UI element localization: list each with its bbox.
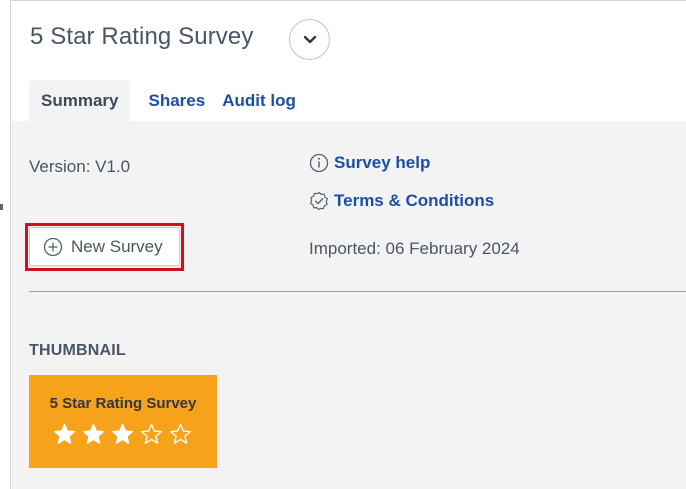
tab-shares[interactable]: Shares: [130, 80, 211, 121]
new-survey-label: New Survey: [71, 236, 163, 256]
summary-panel: Version: V1.0 Survey help Terms & Condit…: [11, 121, 686, 489]
page-title: 5 Star Rating Survey: [30, 23, 254, 50]
star-filled-icon: [111, 423, 134, 444]
star-filled-icon: [82, 423, 105, 444]
survey-help-link[interactable]: Survey help: [309, 153, 430, 173]
star-empty-icon: [140, 423, 163, 444]
version-text: Version: V1.0: [29, 157, 131, 176]
chevron-down-icon: [303, 35, 316, 43]
edge-marker: [0, 204, 3, 210]
imported-date: Imported: 06 February 2024: [309, 239, 520, 258]
survey-help-label: Survey help: [334, 153, 431, 172]
tab-audit-log[interactable]: Audit log: [211, 80, 308, 121]
terms-conditions-link[interactable]: Terms & Conditions: [309, 191, 494, 211]
new-survey-button[interactable]: New Survey: [29, 227, 180, 266]
plus-circle-icon: [43, 237, 63, 256]
title-menu-button[interactable]: [289, 19, 330, 60]
terms-conditions-label: Terms & Conditions: [334, 191, 495, 210]
info-icon: [309, 153, 329, 173]
section-divider: [29, 291, 686, 292]
tab-bar: Summary Shares Audit log: [29, 80, 308, 121]
star-empty-icon: [169, 423, 192, 444]
survey-detail-panel: 5 Star Rating Survey Summary Shares Audi…: [10, 0, 686, 489]
thumbnail-title: 5 Star Rating Survey: [49, 395, 197, 412]
thumbnail-image: 5 Star Rating Survey: [29, 375, 217, 468]
badge-check-icon: [309, 191, 329, 211]
star-filled-icon: [53, 423, 76, 444]
thumbnail-heading: THUMBNAIL: [29, 342, 126, 359]
star-rating: [53, 423, 198, 446]
tab-summary[interactable]: Summary: [29, 80, 131, 121]
